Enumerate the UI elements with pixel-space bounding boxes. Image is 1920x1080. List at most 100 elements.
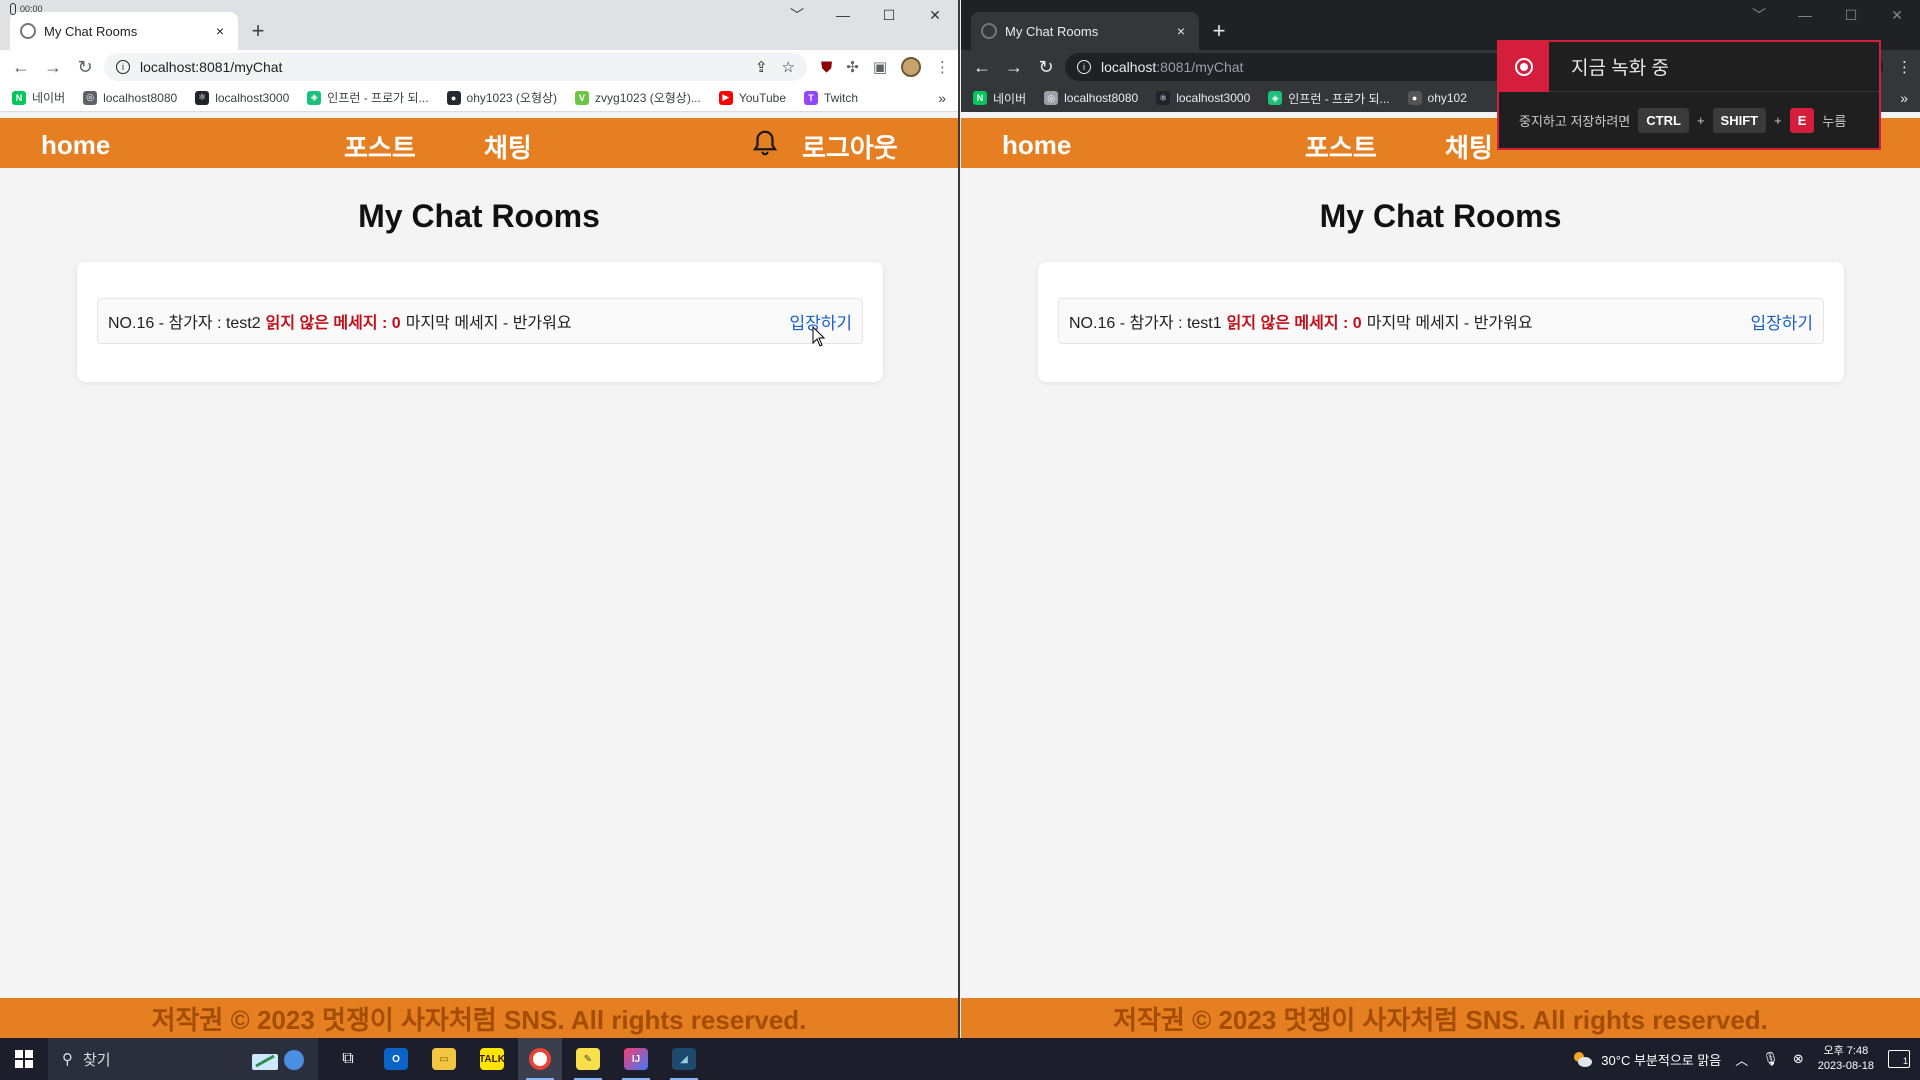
bookmark-item[interactable]: ⚛ localhost3000 bbox=[1156, 91, 1250, 105]
bookmark-star-icon[interactable]: ☆ bbox=[782, 58, 795, 76]
nav-home-link[interactable]: home bbox=[1002, 130, 1071, 161]
bookmark-item[interactable]: N 네이버 bbox=[12, 89, 65, 106]
back-button[interactable]: ← bbox=[969, 54, 995, 80]
windows-taskbar: ⚲ 찾기 ⧉ O ▭ TALK ✎ IJ ◢ 30°C 부분적으로 맑음 ︿ 🎙… bbox=[0, 1038, 1920, 1080]
nav-home-link[interactable]: home bbox=[41, 130, 110, 161]
nav-logout-link[interactable]: 로그아웃 bbox=[802, 128, 898, 165]
share-icon[interactable]: ⇪ bbox=[755, 58, 768, 76]
close-window-button[interactable]: ✕ bbox=[1874, 0, 1920, 30]
bookmark-label: 인프런 - 프로가 되... bbox=[1288, 91, 1390, 106]
bookmark-item[interactable]: T Twitch bbox=[804, 90, 858, 105]
notification-center-icon[interactable]: 1 bbox=[1888, 1050, 1910, 1068]
maximize-button[interactable]: ☐ bbox=[1828, 0, 1874, 30]
bookmark-favicon-icon: ◈ bbox=[307, 90, 322, 105]
weather-widget[interactable]: 30°C 부분적으로 맑음 bbox=[1571, 1050, 1721, 1069]
reload-button[interactable]: ↻ bbox=[1033, 54, 1059, 80]
bookmark-item[interactable]: ● ohy102 bbox=[1407, 91, 1467, 105]
outlook-icon[interactable]: O bbox=[374, 1038, 418, 1080]
title-bar: 00:00 My Chat Rooms × + ﹀ — ☐ ✕ bbox=[0, 0, 958, 50]
enter-room-link[interactable]: 입장하기 bbox=[1750, 309, 1813, 334]
site-footer: 저작권 © 2023 멋쟁이 사자처럼 SNS. All rights rese… bbox=[0, 998, 958, 1038]
start-button[interactable] bbox=[0, 1038, 48, 1080]
web-page: home 포스트 채팅 로그아웃 My Chat Rooms NO.16 - 참… bbox=[0, 118, 958, 1038]
ublock-shield-icon[interactable]: ⛊ bbox=[821, 59, 832, 76]
bookmark-item[interactable]: ◈ 인프런 - 프로가 되... bbox=[307, 89, 429, 106]
bookmark-label: localhost8080 bbox=[1064, 91, 1139, 105]
menu-kebab-icon[interactable]: ⋮ bbox=[935, 58, 950, 76]
new-tab-button[interactable]: + bbox=[242, 12, 274, 50]
site-info-icon[interactable]: i bbox=[1077, 60, 1091, 74]
nav-chat-link[interactable]: 채팅 bbox=[1445, 128, 1493, 165]
intellij-icon[interactable]: IJ bbox=[614, 1038, 658, 1080]
forward-button[interactable]: → bbox=[1001, 54, 1027, 80]
taskbar-search[interactable]: ⚲ 찾기 bbox=[48, 1038, 318, 1080]
chevron-up-icon[interactable]: ︿ bbox=[1735, 1050, 1748, 1069]
bookmark-item[interactable]: ◎ localhost8080 bbox=[83, 90, 178, 105]
record-icon bbox=[1515, 57, 1533, 76]
task-view-icon[interactable]: ⧉ bbox=[326, 1038, 370, 1080]
maximize-button[interactable]: ☐ bbox=[866, 0, 912, 30]
browser-window-right: My Chat Rooms × + ﹀ — ☐ ✕ ← → ↻ i localh… bbox=[961, 0, 1920, 1038]
mysql-workbench-icon[interactable]: ◢ bbox=[662, 1038, 706, 1080]
minimize-button[interactable]: — bbox=[820, 0, 866, 30]
bookmarks-overflow-button[interactable]: » bbox=[938, 90, 946, 106]
recording-overlay: 지금 녹화 중 중지하고 저장하려면 CTRL + SHIFT + E 누름 bbox=[1497, 40, 1881, 150]
site-navbar: home 포스트 채팅 로그아웃 bbox=[0, 118, 958, 168]
bookmark-item[interactable]: ● ohy1023 (오형상) bbox=[446, 89, 557, 106]
page-title: My Chat Rooms bbox=[358, 198, 600, 234]
bookmarks-bar: N 네이버 ◎ localhost8080 ⚛ localhost3000 ◈ 인프런 - 프… bbox=[0, 84, 958, 112]
tab-search-icon[interactable]: ﹀ bbox=[1736, 0, 1782, 30]
menu-kebab-icon[interactable]: ⋮ bbox=[1897, 58, 1912, 76]
tab-search-icon[interactable]: ﹀ bbox=[774, 0, 820, 30]
nav-post-link[interactable]: 포스트 bbox=[1305, 128, 1377, 165]
last-message: 마지막 메세지 - 반가워요 bbox=[1366, 315, 1533, 332]
bookmark-favicon-icon: ⚛ bbox=[195, 90, 210, 105]
kakaotalk-icon[interactable]: TALK bbox=[470, 1038, 514, 1080]
reload-button[interactable]: ↻ bbox=[72, 54, 98, 80]
file-explorer-icon[interactable]: ▭ bbox=[422, 1038, 466, 1080]
bookmark-item[interactable]: ⚛ localhost3000 bbox=[195, 90, 289, 105]
sticky-notes-icon[interactable]: ✎ bbox=[566, 1038, 610, 1080]
bookmark-favicon-icon: ● bbox=[446, 90, 461, 105]
search-highlight-illustration bbox=[252, 1050, 304, 1070]
site-info-icon[interactable]: i bbox=[116, 60, 130, 74]
chat-room-row: NO.16 - 참가자 : test2 읽지 않은 메세지 : 0 마지막 메세… bbox=[97, 298, 863, 344]
network-icon[interactable]: ⊗ bbox=[1793, 1051, 1804, 1067]
nav-post-link[interactable]: 포스트 bbox=[344, 128, 416, 165]
clock[interactable]: 오후 7:48 2023-08-18 bbox=[1818, 1044, 1874, 1074]
bookmark-item[interactable]: ▶ YouTube bbox=[718, 90, 786, 105]
bookmarks-overflow-button[interactable]: » bbox=[1900, 90, 1908, 106]
new-tab-button[interactable]: + bbox=[1203, 12, 1235, 50]
nav-chat-link[interactable]: 채팅 bbox=[484, 128, 532, 165]
bell-icon[interactable] bbox=[750, 128, 780, 158]
extensions-puzzle-icon[interactable]: ✣ bbox=[846, 58, 859, 76]
globe-icon bbox=[20, 23, 36, 39]
search-icon: ⚲ bbox=[62, 1051, 73, 1068]
last-message: 마지막 메세지 - 반가워요 bbox=[405, 315, 572, 332]
close-tab-icon[interactable]: × bbox=[1173, 23, 1189, 39]
close-window-button[interactable]: ✕ bbox=[912, 0, 958, 30]
address-bar[interactable]: i localhost:8081/myChat ⇪ ☆ bbox=[104, 53, 807, 81]
chat-rooms-card: NO.16 - 참가자 : test1 읽지 않은 메세지 : 0 마지막 메세… bbox=[1038, 262, 1844, 382]
minimize-button[interactable]: — bbox=[1782, 0, 1828, 30]
bookmark-label: 인프런 - 프로가 되... bbox=[327, 91, 429, 105]
bookmark-label: ohy102 bbox=[1427, 91, 1467, 105]
browser-tab[interactable]: My Chat Rooms × bbox=[971, 12, 1199, 50]
bookmark-item[interactable]: ◈ 인프런 - 프로가 되... bbox=[1268, 90, 1390, 107]
stop-recording-button[interactable] bbox=[1499, 41, 1549, 92]
chrome-icon[interactable] bbox=[518, 1038, 562, 1080]
browser-tab[interactable]: My Chat Rooms × bbox=[10, 12, 238, 50]
close-tab-icon[interactable]: × bbox=[212, 23, 228, 39]
profile-avatar[interactable] bbox=[901, 57, 921, 77]
bookmark-item[interactable]: Vzvyg1023 (오형상)... bbox=[575, 89, 701, 106]
microphone-icon[interactable]: 🎙 bbox=[1762, 1051, 1779, 1067]
url-text: localhost:8081/myChat bbox=[140, 59, 283, 75]
back-button[interactable]: ← bbox=[8, 54, 34, 80]
side-panel-icon[interactable]: ▣ bbox=[873, 58, 887, 76]
globe-icon bbox=[981, 23, 997, 39]
forward-button[interactable]: → bbox=[40, 54, 66, 80]
recording-shortcut-hint: 중지하고 저장하려면 CTRL + SHIFT + E 누름 bbox=[1499, 92, 1879, 148]
bookmark-item[interactable]: N 네이버 bbox=[973, 90, 1026, 107]
bookmark-item[interactable]: ◎ localhost8080 bbox=[1044, 91, 1138, 105]
bookmark-label: localhost8080 bbox=[103, 90, 178, 105]
